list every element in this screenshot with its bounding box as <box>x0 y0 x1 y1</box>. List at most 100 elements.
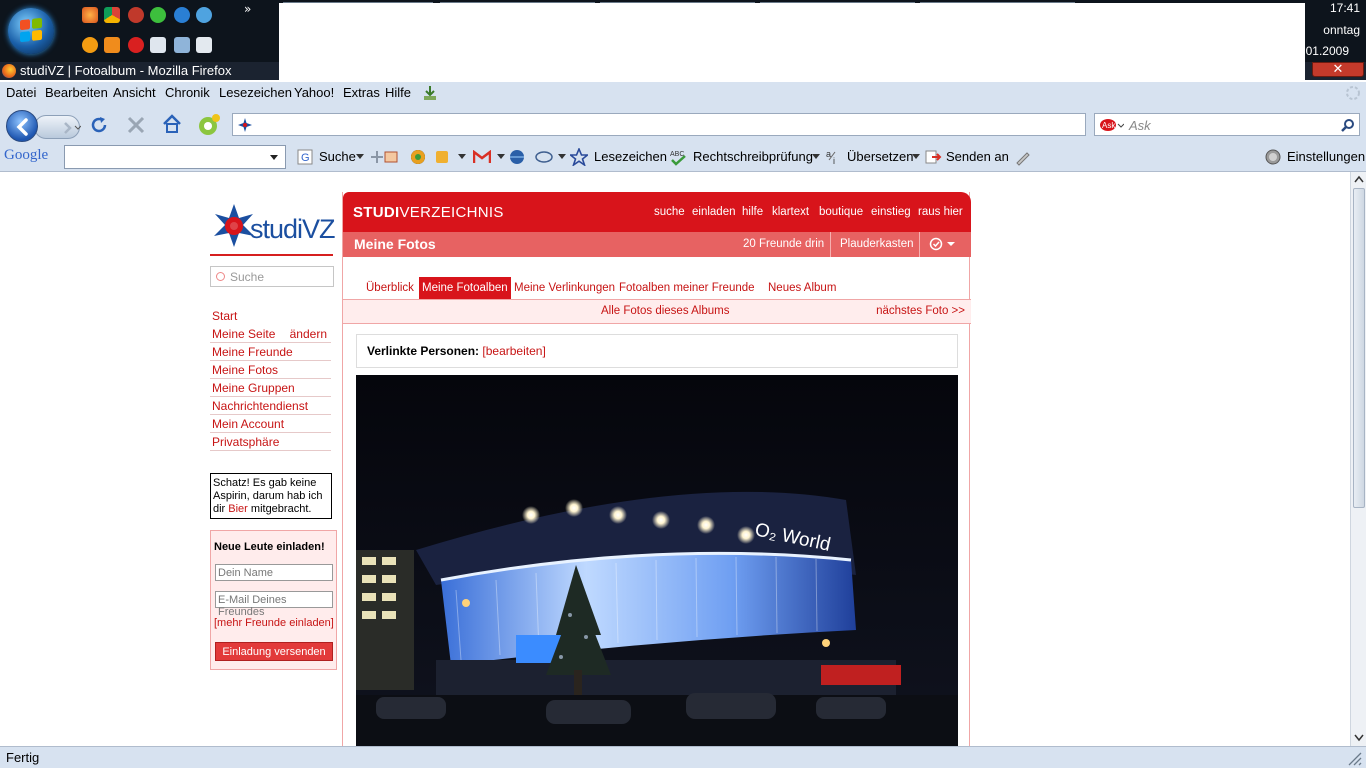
gmail-icon[interactable] <box>473 150 491 164</box>
invite-email-field[interactable]: E-Mail Deines Freundes <box>215 591 333 618</box>
quote-link[interactable]: Bier <box>228 503 248 515</box>
tab-meine-verlinkungen[interactable]: Meine Verlinkungen <box>511 277 618 299</box>
google-suche-button[interactable]: Suche <box>319 149 356 164</box>
sidebar-item-start[interactable]: Start <box>210 307 331 325</box>
studivz-logo[interactable]: studiVZ <box>210 202 336 256</box>
chevron-down-icon[interactable] <box>912 154 920 160</box>
google-logo[interactable]: Google <box>4 147 48 164</box>
settings-icon[interactable] <box>1265 149 1281 165</box>
resize-grip-icon[interactable] <box>1345 749 1363 767</box>
vertical-scrollbar[interactable] <box>1350 172 1366 746</box>
next-photo-link[interactable]: nächstes Foto >> <box>876 305 965 317</box>
google-g-icon[interactable]: G <box>297 149 313 165</box>
search-icon[interactable] <box>1341 118 1355 132</box>
translate-icon[interactable]: ai <box>825 148 843 166</box>
chevron-down-icon[interactable] <box>269 154 279 162</box>
edit-profile-link[interactable]: ändern <box>290 325 327 343</box>
tray-chevron[interactable]: » <box>244 2 251 16</box>
opera-quicklaunch-icon[interactable] <box>128 7 144 23</box>
system-clock[interactable]: 17:41 onntag .01.2009 <box>1302 0 1366 62</box>
menu-bearbeiten[interactable]: Bearbeiten <box>45 85 108 100</box>
window-quicklaunch-icon[interactable] <box>196 37 212 53</box>
icq-quicklaunch-icon[interactable] <box>150 7 166 23</box>
sidebar-item-meine-seite[interactable]: Meine Seite ändern <box>210 325 331 343</box>
scroll-up-icon[interactable] <box>1354 175 1364 183</box>
opera2-quicklaunch-icon[interactable] <box>128 37 144 53</box>
chevron-down-icon[interactable] <box>812 154 820 160</box>
google-einstellungen-button[interactable]: Einstellungen <box>1287 149 1365 164</box>
url-bar[interactable] <box>232 113 1086 136</box>
firefox-quicklaunch-icon[interactable] <box>82 7 98 23</box>
edit-linked-people-link[interactable]: [bearbeiten] <box>482 344 545 358</box>
close-window-button[interactable]: ✕ <box>1312 62 1364 77</box>
picasa-icon[interactable] <box>410 149 426 165</box>
share-icon[interactable] <box>535 149 553 165</box>
toolbar-popup-icon[interactable] <box>434 149 450 165</box>
status-check-icon[interactable] <box>929 237 959 253</box>
sidebar-item-mein-account[interactable]: Mein Account <box>210 415 331 433</box>
chevron-down-icon[interactable] <box>356 154 364 160</box>
topnav-raus-hier[interactable]: raus hier <box>918 206 963 218</box>
friends-online-link[interactable]: 20 Freunde drin <box>743 238 824 250</box>
topnav-hilfe[interactable]: hilfe <box>742 206 763 218</box>
all-photos-link[interactable]: Alle Fotos dieses Albums <box>601 305 729 317</box>
media-player-quicklaunch-icon[interactable] <box>104 37 120 53</box>
bittorrent-quicklaunch-icon[interactable] <box>82 37 98 53</box>
desktop-quicklaunch-icon[interactable] <box>174 37 190 53</box>
google-senden-button[interactable]: Senden an <box>946 149 1009 164</box>
search-engine-box[interactable]: Ask Ask <box>1094 113 1360 136</box>
send-to-icon[interactable] <box>924 148 942 166</box>
menu-hilfe[interactable]: Hilfe <box>385 85 411 100</box>
menu-extras[interactable]: Extras <box>343 85 380 100</box>
tab-neues-album[interactable]: Neues Album <box>765 277 839 299</box>
tab-meine-fotoalben[interactable]: Meine Fotoalben <box>419 277 511 299</box>
menu-yahoo[interactable]: Yahoo! <box>294 85 334 100</box>
more-invites-link[interactable]: [mehr Freunde einladen] <box>214 617 334 629</box>
star-icon[interactable] <box>570 148 588 166</box>
spellcheck-icon[interactable]: ABC <box>669 148 687 166</box>
sidebar-item-privatsphaere[interactable]: Privatsphäre <box>210 433 331 451</box>
topnav-einstieg[interactable]: einstieg <box>871 206 911 218</box>
download-icon[interactable] <box>422 84 438 102</box>
ie-quicklaunch-icon[interactable] <box>174 7 190 23</box>
stop-icon[interactable] <box>125 114 147 136</box>
reload-icon[interactable] <box>88 114 110 136</box>
google-search-input[interactable] <box>64 145 286 169</box>
tab-ueberblick[interactable]: Überblick <box>363 277 417 299</box>
ask-engine-icon[interactable]: Ask <box>1098 118 1124 132</box>
chevron-down-icon[interactable] <box>497 154 505 160</box>
chevron-down-icon[interactable] <box>458 154 466 160</box>
menu-datei[interactable]: Datei <box>6 85 36 100</box>
invite-name-field[interactable]: Dein Name <box>215 564 333 581</box>
chrome-quicklaunch-icon[interactable] <box>104 7 120 23</box>
topnav-einladen[interactable]: einladen <box>692 206 735 218</box>
globe-icon[interactable] <box>509 149 525 165</box>
google-rechtschreibung-button[interactable]: Rechtschreibprüfung <box>693 149 813 164</box>
menu-lesezeichen[interactable]: Lesezeichen <box>219 85 292 100</box>
google-lesezeichen-button[interactable]: Lesezeichen <box>594 149 667 164</box>
plauderkasten-link[interactable]: Plauderkasten <box>840 238 914 250</box>
menu-ansicht[interactable]: Ansicht <box>113 85 156 100</box>
document-quicklaunch-icon[interactable] <box>150 37 166 53</box>
tab-fotoalben-freunde[interactable]: Fotoalben meiner Freunde <box>616 277 758 299</box>
home-icon[interactable] <box>161 113 183 135</box>
sidebar-item-nachrichtendienst[interactable]: Nachrichtendienst <box>210 397 331 415</box>
pencil-icon[interactable] <box>1014 148 1032 166</box>
topnav-suche[interactable]: suche <box>654 206 685 218</box>
site-brand[interactable]: STUDIVERZEICHNIS <box>353 204 504 221</box>
forward-button[interactable] <box>34 115 81 139</box>
sidebar-item-meine-gruppen[interactable]: Meine Gruppen <box>210 379 331 397</box>
chevron-down-icon[interactable] <box>558 154 566 160</box>
topnav-klartext[interactable]: klartext <box>772 206 809 218</box>
addon-icon[interactable] <box>195 111 223 139</box>
site-search-input[interactable]: Suche <box>210 266 334 287</box>
sidebar-item-meine-fotos[interactable]: Meine Fotos <box>210 361 331 379</box>
menu-chronik[interactable]: Chronik <box>165 85 210 100</box>
news-icon[interactable] <box>383 149 399 165</box>
messenger-quicklaunch-icon[interactable] <box>196 7 212 23</box>
send-invitation-button[interactable]: Einladung versenden <box>215 642 333 661</box>
sidebar-item-meine-freunde[interactable]: Meine Freunde <box>210 343 331 361</box>
scroll-down-icon[interactable] <box>1354 734 1364 742</box>
back-button[interactable] <box>6 110 38 142</box>
scrollbar-thumb[interactable] <box>1353 188 1365 508</box>
